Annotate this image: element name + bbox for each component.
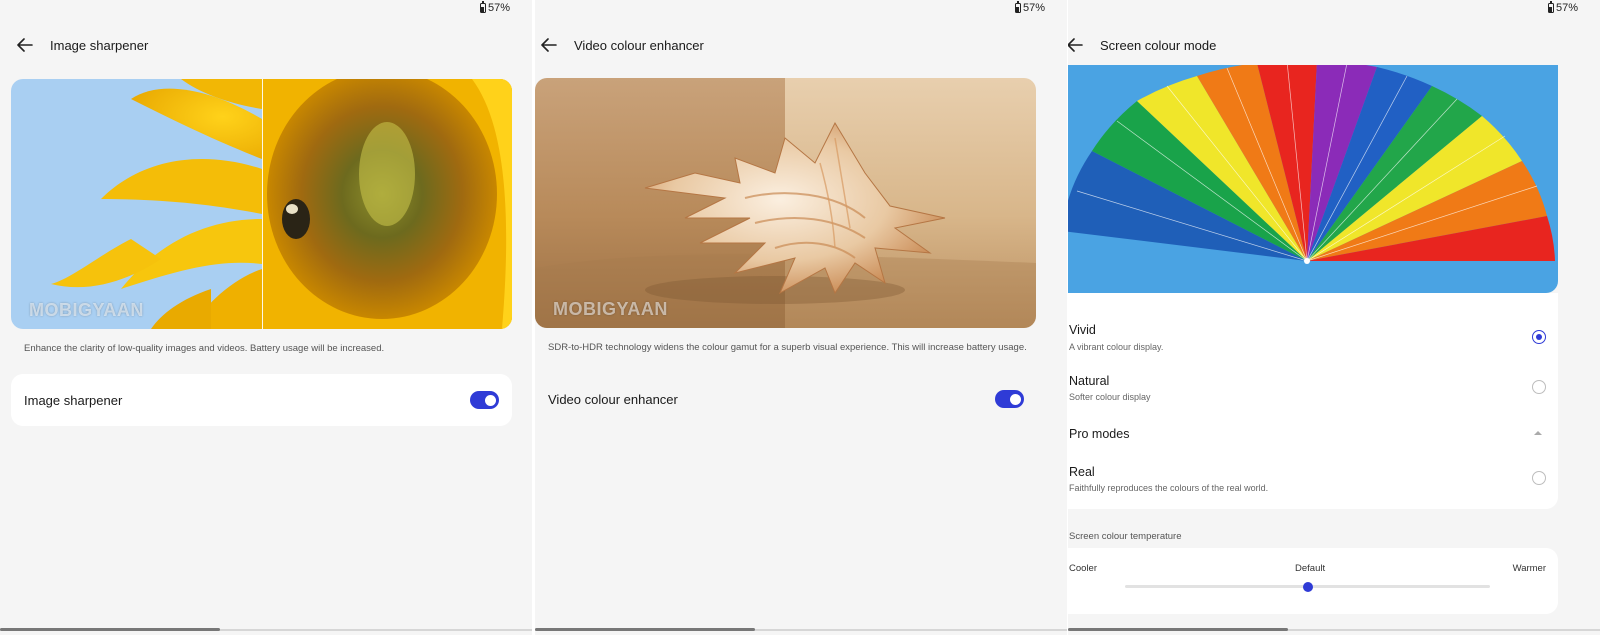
back-arrow-icon [1068, 38, 1083, 52]
back-button[interactable] [1068, 34, 1086, 56]
video-colour-enhancer-screen: 57% Video colour enhancer MOBIGYAAN SDR-… [535, 0, 1067, 635]
top-bar: Screen colour mode [1068, 34, 1216, 56]
default-label: Default [1295, 563, 1326, 574]
battery-level: 57% [1022, 2, 1045, 14]
vivid-radio[interactable] [1532, 330, 1546, 344]
setting-label: Video colour enhancer [548, 392, 678, 407]
home-indicator[interactable] [1068, 628, 1288, 631]
setting-card: Image sharpener [11, 374, 512, 426]
natural-radio[interactable] [1532, 380, 1546, 394]
real-radio[interactable] [1532, 471, 1546, 485]
top-bar: Video colour enhancer [538, 34, 704, 56]
option-subtitle: Faithfully reproduces the colours of the… [1069, 483, 1269, 493]
feature-description: SDR-to-HDR technology widens the colour … [548, 342, 1027, 353]
battery-level: 57% [1555, 2, 1578, 14]
status-bar: 57% [1547, 1, 1578, 14]
page-title: Video colour enhancer [574, 37, 704, 53]
option-title: Natural [1069, 374, 1110, 388]
sunflower-comparison-image: MOBIGYAAN [11, 79, 512, 329]
setting-label: Image sharpener [24, 393, 123, 408]
temperature-slider-thumb[interactable] [1302, 582, 1313, 592]
battery-level: 57% [487, 2, 510, 14]
pro-modes-label: Pro modes [1069, 427, 1130, 441]
colour-temperature-card: Cooler Default Warmer [1068, 548, 1558, 614]
seashell-image: MOBIGYAAN [535, 78, 1036, 328]
video-colour-enhancer-toggle[interactable] [995, 390, 1024, 408]
comparison-divider[interactable] [261, 79, 263, 329]
colour-mode-options-card: Vivid A vibrant colour display. Natural … [1068, 293, 1558, 509]
status-bar: 57% [1014, 1, 1045, 14]
image-sharpener-screen: 57% Image sharpener MOBIGYAAN Enhance th… [0, 0, 532, 635]
top-bar: Image sharpener [14, 34, 148, 56]
option-subtitle: A vibrant colour display. [1069, 342, 1164, 352]
watermark-logo: MOBIGYAAN [553, 299, 668, 319]
screen-colour-mode-screen: 57% Screen colour mode Vivid A vibrant c… [1068, 0, 1600, 635]
page-title: Screen colour mode [1100, 37, 1217, 53]
option-subtitle: Softer colour display [1069, 392, 1151, 402]
battery-icon [1014, 1, 1021, 13]
battery-icon [1547, 1, 1554, 13]
parachute-image: MOBIGYAAN [1068, 65, 1558, 293]
setting-row: Video colour enhancer [535, 373, 1036, 425]
back-arrow-icon [541, 38, 557, 52]
back-arrow-icon [17, 38, 33, 52]
page-title: Image sharpener [50, 37, 149, 53]
image-sharpener-toggle[interactable] [470, 391, 499, 409]
feature-description: Enhance the clarity of low-quality image… [24, 343, 385, 354]
option-title: Vivid [1069, 323, 1096, 337]
back-button[interactable] [538, 34, 560, 56]
warmer-label: Warmer [1512, 563, 1546, 574]
chevron-up-icon [1534, 431, 1542, 435]
battery-icon [479, 1, 486, 13]
section-label: Screen colour temperature [1069, 531, 1182, 542]
back-button[interactable] [14, 34, 36, 56]
watermark-logo: MOBIGYAAN [29, 300, 144, 320]
option-title: Real [1069, 465, 1095, 479]
home-indicator[interactable] [0, 628, 220, 631]
status-bar: 57% [479, 1, 510, 14]
home-indicator[interactable] [535, 628, 755, 631]
cooler-label: Cooler [1069, 563, 1097, 574]
